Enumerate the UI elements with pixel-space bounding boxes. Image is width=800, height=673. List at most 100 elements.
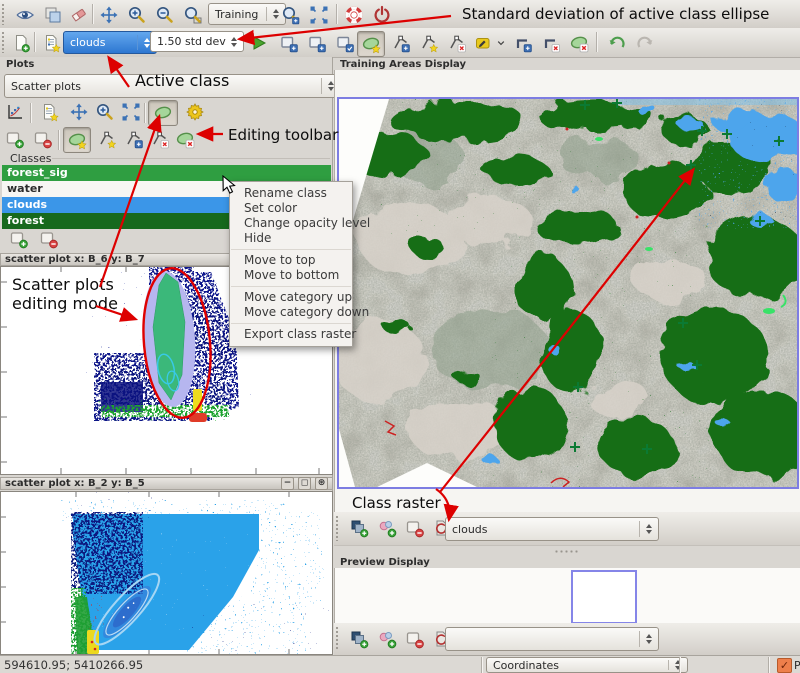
pan-icon[interactable] <box>96 3 122 27</box>
square-add-icon[interactable] <box>2 127 28 151</box>
gear-icon[interactable] <box>182 100 208 124</box>
layer-add2-icon[interactable] <box>304 31 330 55</box>
menu-item-move-bottom[interactable]: Move to bottom <box>230 268 352 283</box>
menu-item-move-category-up[interactable]: Move category up <box>230 290 352 305</box>
status-mode-select[interactable]: Coordinates <box>486 657 688 673</box>
preview-extent-box[interactable] <box>571 570 637 624</box>
map-viewport[interactable] <box>337 97 799 489</box>
class-raster-spinner[interactable] <box>639 521 652 536</box>
chevron-down-icon[interactable] <box>494 31 508 55</box>
scatter2-plot-area[interactable] <box>0 491 333 655</box>
square-remove-icon3[interactable] <box>402 627 428 651</box>
redo-icon[interactable] <box>632 31 658 55</box>
application-window: Training Standard deviation of active cl… <box>0 0 800 673</box>
extent-arrows-icon[interactable] <box>306 3 332 27</box>
polygon-delete-icon[interactable] <box>444 31 470 55</box>
square-remove-icon2[interactable] <box>402 516 428 540</box>
menu-item-rename-class[interactable]: Rename class <box>230 186 352 201</box>
ellipse-delete-icon[interactable] <box>566 31 592 55</box>
menu-separator <box>231 249 351 250</box>
class-add-icon[interactable] <box>6 229 32 249</box>
zoom-in-icon[interactable] <box>124 3 150 27</box>
power-icon[interactable] <box>369 3 395 27</box>
eraser-icon[interactable] <box>66 3 92 27</box>
active-class-select[interactable]: clouds <box>63 31 157 54</box>
menu-separator2 <box>231 286 351 287</box>
layers-add-icon[interactable] <box>346 516 372 540</box>
overlap-layers-icon[interactable] <box>40 3 66 27</box>
preview-select[interactable] <box>445 627 659 651</box>
preview-toolbar-handle[interactable] <box>335 626 340 651</box>
zoom-out-icon[interactable] <box>152 3 178 27</box>
std-dev-value: 1.50 std dev <box>157 35 226 48</box>
polygon-blue-icon[interactable] <box>388 31 414 55</box>
zoom-layer-icon[interactable] <box>180 3 206 27</box>
class-raster-toolbar: clouds <box>334 512 800 546</box>
class-raster-select-value: clouds <box>452 523 488 536</box>
active-class-value: clouds <box>70 36 106 49</box>
maximize-icon2[interactable]: ◻ <box>298 477 311 490</box>
eye-icon[interactable] <box>12 3 38 27</box>
training-select-value: Training <box>215 8 258 21</box>
map-canvas <box>339 99 797 487</box>
annotation-editing-toolbar: Editing toolbar <box>228 126 338 144</box>
menu-separator3 <box>231 323 351 324</box>
zoom-in-icon2[interactable] <box>92 100 118 124</box>
corner-blue-icon[interactable] <box>510 31 536 55</box>
pan-icon2[interactable] <box>66 100 92 124</box>
status-bar: 594610.95; 5410266.95 Coordinates ✓ P <box>0 655 800 673</box>
polygon-blue-icon2[interactable] <box>121 127 147 151</box>
run-play-icon[interactable] <box>246 31 272 55</box>
preview-display-area <box>334 568 800 623</box>
extent-arrows-icon2[interactable] <box>118 100 144 124</box>
corner-delete-icon[interactable] <box>538 31 564 55</box>
signature-list-icon2[interactable] <box>36 100 62 124</box>
menu-item-move-top[interactable]: Move to top <box>230 253 352 268</box>
ellipse-tool-icon[interactable] <box>148 100 178 126</box>
help-lifering-icon[interactable] <box>341 3 367 27</box>
scatter-chart-icon[interactable] <box>2 100 28 124</box>
scatter2-header[interactable]: scatter plot x: B_2 y: B_5 −◻⊛ <box>0 477 333 490</box>
training-select[interactable]: Training <box>208 3 286 25</box>
raster-toolbar-handle[interactable] <box>335 515 340 541</box>
class-remove-icon[interactable] <box>36 229 62 249</box>
class-row-forest-sig[interactable]: forest_sig <box>2 165 331 181</box>
annotation-scatter-editing: Scatter plots editing mode <box>12 275 118 313</box>
toolbar-drag-handle2[interactable] <box>1 31 6 53</box>
layer-add-icon[interactable] <box>276 31 302 55</box>
plot-type-spinner[interactable] <box>321 78 334 93</box>
detach-icon2[interactable]: ⊛ <box>315 477 328 490</box>
plot-type-value: Scatter plots <box>11 80 81 93</box>
zoom-selection-icon[interactable] <box>278 3 304 27</box>
ellipse-star-icon2[interactable] <box>63 127 91 153</box>
polygon-delete-icon2[interactable] <box>147 127 173 151</box>
circles-add-icon[interactable] <box>374 516 400 540</box>
ellipse-star-icon[interactable] <box>357 31 385 57</box>
layer-check-icon[interactable] <box>332 31 358 55</box>
menu-item-export-class-raster[interactable]: Export class raster <box>230 327 352 342</box>
coordinates-readout: 594610.95; 5410266.95 <box>4 658 143 672</box>
polygon-star-icon[interactable] <box>416 31 442 55</box>
square-remove-icon[interactable] <box>30 127 56 151</box>
layers-add-icon2[interactable] <box>346 627 372 651</box>
signature-list-icon[interactable] <box>38 31 64 55</box>
preview-select-spinner[interactable] <box>639 631 652 646</box>
minimize-icon2[interactable]: − <box>281 477 294 490</box>
class-raster-select[interactable]: clouds <box>445 517 659 541</box>
std-dev-input[interactable]: 1.50 std dev <box>150 31 244 52</box>
ellipse-delete-icon2[interactable] <box>172 127 198 151</box>
pencil-icon[interactable] <box>470 31 496 55</box>
toolbar-drag-handle[interactable] <box>1 3 6 25</box>
circles-add-icon2[interactable] <box>374 627 400 651</box>
status-checkbox[interactable]: ✓ <box>777 658 792 673</box>
std-dev-spinner[interactable] <box>231 37 237 47</box>
menu-item-set-color[interactable]: Set color <box>230 201 352 216</box>
active-class-spinner[interactable] <box>137 35 150 50</box>
polygon-star-icon2[interactable] <box>94 127 120 151</box>
undo-icon[interactable] <box>604 31 630 55</box>
status-clipped-label: P <box>794 659 800 672</box>
menu-item-change-opacity[interactable]: Change opacity level <box>230 216 352 231</box>
menu-item-move-category-down[interactable]: Move category down <box>230 305 352 320</box>
document-add-icon[interactable] <box>8 31 34 55</box>
menu-item-hide[interactable]: Hide <box>230 231 352 246</box>
